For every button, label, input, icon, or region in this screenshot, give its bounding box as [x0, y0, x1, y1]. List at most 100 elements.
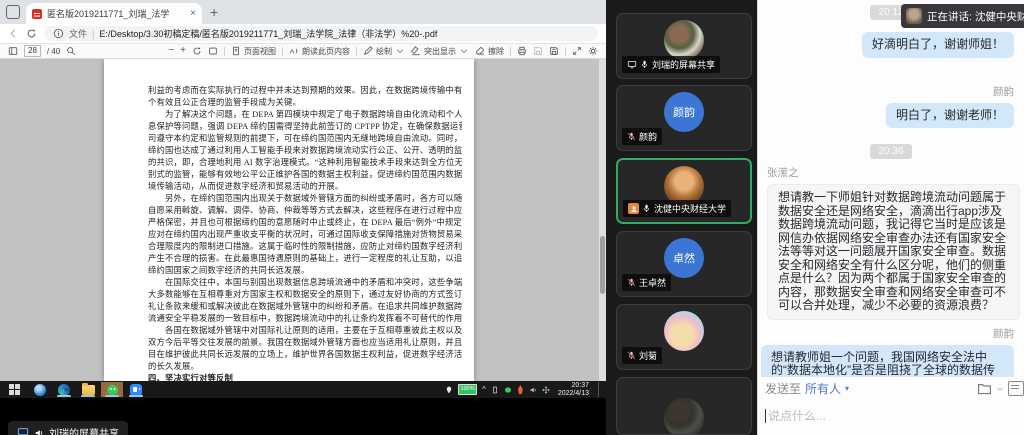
tab-list-icon[interactable] [6, 5, 20, 19]
pdf-sidebar-icon[interactable] [8, 46, 18, 56]
erase-icon [475, 46, 485, 56]
read-aloud-label: 朗读此页内容 [302, 46, 350, 57]
search-icon[interactable] [66, 46, 76, 56]
tab-close-icon[interactable]: × [190, 9, 196, 19]
back-icon[interactable] [8, 28, 19, 39]
erase-button[interactable]: 擦除 [475, 46, 504, 57]
chevron-down-icon[interactable]: ▾ [845, 384, 849, 393]
pdf-viewport[interactable]: 利益的考虑而在实际执行的过程中并未达到预期的效果。因此，在数据跨境传输中有一个有… [0, 59, 606, 381]
send-to-row: 发送至 所有人 ▾ [765, 380, 1016, 397]
participant-tile[interactable]: 颜韵颜韵 [616, 85, 752, 151]
document-line: 境传输活动，从而促进数字经济和贸易活动的开展。 [148, 181, 462, 193]
taskbar-app-explorer[interactable] [77, 382, 99, 397]
browser-tab[interactable]: 匿名版2019211771_刘瑞_法学 × [26, 3, 202, 24]
start-button[interactable] [9, 384, 20, 395]
screen-share-icon [627, 60, 637, 69]
new-tab-button[interactable]: + [210, 4, 218, 20]
toolbar-divider [224, 47, 225, 56]
location-pin-icon[interactable] [445, 386, 453, 394]
show-desktop-button[interactable] [598, 382, 603, 397]
chat-message-list[interactable]: 正在讲话: 沈健中央财经大学 20:12好滴明白了，谢谢师姐！颜韵明白了，谢谢老… [758, 0, 1024, 377]
save-as-icon[interactable] [549, 46, 559, 56]
save-icon[interactable] [533, 46, 543, 56]
edge-icon [58, 384, 70, 396]
chat-message-row: 好滴明白了，谢谢师姐！ [758, 32, 1024, 58]
document-line: 的长久发展。 [148, 361, 462, 373]
participant-tile[interactable] [616, 377, 752, 435]
wechat-tray-icon[interactable] [504, 386, 512, 394]
taskbar-app-meeting[interactable] [125, 382, 147, 397]
chevron-down-icon[interactable] [459, 46, 469, 56]
pdf-scrollbar-thumb[interactable] [600, 236, 605, 294]
shared-screen-region: 匿名版2019211771_刘瑞_法学 × + 文件 | E:/Desktop/… [0, 0, 606, 435]
qq-browser-icon [34, 384, 46, 396]
send-to-selector[interactable]: 所有人 [805, 380, 841, 397]
speaker-avatar [906, 8, 922, 24]
chat-message-row: 想请教一下师姐针对数据跨境流动问题属于数据安全还是网络安全，滴滴出行app涉及数… [758, 184, 1024, 320]
battery-indicator[interactable]: 100% [458, 384, 477, 395]
edge-browser-window: 匿名版2019211771_刘瑞_法学 × + 文件 | E:/Desktop/… [0, 0, 606, 381]
chevron-down-icon[interactable] [395, 46, 405, 56]
send-to-label: 发送至 [765, 380, 801, 397]
page-view-button[interactable]: 页面视图 [231, 46, 276, 57]
participant-strip[interactable]: 刘瑞的屏幕共享颜韵颜韵沈健中央财经大学卓然王卓然刘菊 [606, 0, 757, 435]
document-line: 各国在数据域外管辖中对国际礼让原则的适用，主要在于互相尊重彼此主权以及 [148, 325, 462, 337]
taskbar-app-edge[interactable] [53, 382, 75, 397]
text-cursor [765, 409, 766, 423]
uu-accelerator-icon[interactable] [517, 385, 524, 394]
pdf-toolbar: 28 / 40 − + 页面视图 [0, 44, 606, 59]
info-icon[interactable] [53, 28, 64, 39]
chat-input-placeholder: 说点什么... [768, 407, 826, 424]
participant-name: 王卓然 [639, 276, 666, 289]
volume-icon[interactable] [529, 386, 537, 394]
presenter-badge [628, 203, 639, 214]
rotate-icon[interactable] [192, 46, 202, 56]
fit-page-icon[interactable] [208, 46, 218, 56]
settings-gear-icon[interactable] [588, 46, 598, 56]
now-speaking-text: 正在讲话: 沈健中央财经大学 [927, 9, 1024, 24]
document-line: 的共识，即，合理地利用 AI 数字治理模式。“这种利用智能技术手段来达到全方位无… [148, 157, 462, 169]
participant-name-label: 刘菊 [622, 347, 662, 364]
highlight-button[interactable]: 突出显示 [411, 46, 469, 57]
chat-timestamp-pill: 20:36 [870, 144, 911, 159]
url-bar[interactable]: 文件 | E:/Desktop/3.30初稿定稿/匿名版2019211771_刘… [44, 26, 598, 41]
draw-icon [363, 46, 373, 56]
document-line: 产生不合理的损害。在此最惠国待遇原则的基础上，进行一定程度的礼让互助，以追求 [148, 253, 462, 265]
phone-tray-icon[interactable] [491, 386, 499, 394]
url-text: E:/Desktop/3.30初稿定稿/匿名版2019211771_刘瑞_法学院… [99, 27, 437, 40]
tray-expand-icon[interactable]: ^ [482, 386, 486, 394]
draw-button[interactable]: 绘制 [363, 46, 405, 57]
clock-date: 2022/4/13 [558, 390, 589, 398]
screen-share-label: 刘瑞的屏幕共享 [49, 425, 119, 435]
taskbar-clock[interactable]: 20:37 2022/4/13 [558, 382, 589, 398]
taskbar-app-qq-browser[interactable] [29, 382, 51, 397]
refresh-icon[interactable] [26, 28, 37, 39]
chat-footer: 发送至 所有人 ▾ 说点什么... [758, 377, 1024, 435]
chat-input[interactable]: 说点什么... [765, 407, 1016, 424]
taskbar-app-wechat[interactable] [101, 382, 123, 397]
participant-tile[interactable]: 沈健中央财经大学 [616, 158, 752, 224]
pdf-file-icon [32, 9, 42, 19]
participant-tile[interactable]: 卓然王卓然 [616, 231, 752, 297]
pdf-scrollbar[interactable] [599, 59, 606, 381]
print-icon[interactable] [517, 46, 527, 56]
zoom-out-icon[interactable]: − [168, 46, 174, 56]
svg-text:A: A [290, 49, 295, 56]
page-number-input[interactable]: 28 [24, 45, 41, 57]
input-move-icon[interactable] [542, 386, 550, 394]
document-line: 司遵守本约定和监管规则的前提下，可在缔约国范围内无缝地跨境自由流动。同时，各 [148, 133, 462, 145]
toolbar-divider [510, 47, 511, 56]
read-aloud-button[interactable]: A 朗读此页内容 [289, 46, 350, 57]
participant-tile[interactable]: 刘菊 [616, 304, 752, 370]
folder-icon[interactable] [977, 382, 992, 395]
chat-message-bubble: 好滴明白了，谢谢师姐！ [862, 32, 1014, 58]
toolbar-divider [565, 47, 566, 56]
chevron-down-icon[interactable] [996, 385, 1004, 393]
zoom-in-icon[interactable]: + [180, 46, 186, 56]
fullscreen-icon[interactable] [572, 46, 582, 56]
participant-tile[interactable]: 刘瑞的屏幕共享 [616, 13, 752, 79]
chat-message-bubble: 想请教师姐一个问题，我国网络安全法中的“数据本地化”是否是阻挠了全球的数据传输？… [761, 345, 1014, 378]
announcement-icon[interactable] [1008, 381, 1024, 396]
now-speaking-indicator: 正在讲话: 沈健中央财经大学 [901, 4, 1024, 28]
participant-name-label: 沈健中央财经大学 [623, 200, 731, 217]
